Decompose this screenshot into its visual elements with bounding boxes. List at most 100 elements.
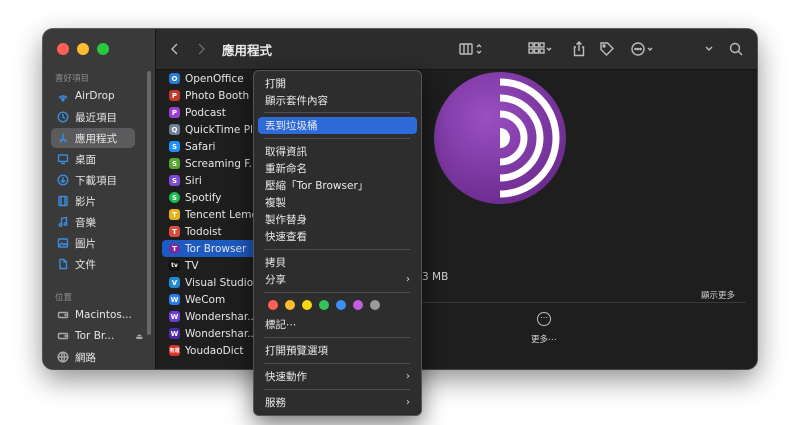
list-item[interactable]: S Siri [162,172,266,189]
favorites-header: 喜好項目 [55,74,90,84]
share-button[interactable] [572,29,586,69]
forward-button[interactable] [196,29,206,69]
action-button[interactable] [631,29,659,69]
minimize-window-button[interactable] [77,43,89,55]
tor-browser-icon: T [169,243,180,254]
podcast-icon: P [169,107,180,118]
list-item[interactable]: tv TV [162,257,266,274]
list-item[interactable]: Q QuickTime Player [162,121,266,138]
disk-icon [57,330,69,342]
chevron-right-icon: › [406,274,410,285]
zoom-window-button[interactable] [97,43,109,55]
tag-purple[interactable] [353,300,363,310]
menu-item-show-package-contents[interactable]: 顯示套件內容 [258,92,417,109]
menu-item-duplicate[interactable]: 複製 [258,194,417,211]
sidebar-item-recents[interactable]: 最近項目 [51,107,135,127]
tag-button[interactable] [599,29,615,69]
quicktime-icon: Q [169,124,180,135]
menu-item-quick-look[interactable]: 快速查看 [258,228,417,245]
search-icon [729,42,743,56]
sidebar-item-macintosh-hd[interactable]: Macintos... [51,305,135,325]
list-item[interactable]: P Photo Booth [162,87,266,104]
tor-browser-logo-icon [434,72,566,204]
close-window-button[interactable] [57,43,69,55]
menu-separator [264,249,410,250]
sidebar-item-desktop[interactable]: 桌面 [51,149,135,169]
wondershare-icon: W [169,311,180,322]
list-item[interactable]: 有道 YoudaoDict [162,342,266,359]
list-item[interactable]: T Tencent Lemon [162,206,266,223]
view-options-button[interactable] [459,29,485,69]
menu-item-copy[interactable]: 拷貝 [258,254,417,271]
list-item[interactable]: W Wondershar...ite [162,308,266,325]
menu-item-compress[interactable]: 壓縮「Tor Browser」 [258,177,417,194]
chevron-left-icon [171,43,178,55]
list-item[interactable]: S Safari [162,138,266,155]
list-item[interactable]: W Wondershar...ia [162,325,266,342]
spotify-icon: S [169,192,180,203]
menu-item-open[interactable]: 打開 [258,75,417,92]
sidebar-item-music[interactable]: 音樂 [51,212,135,232]
disk-icon [57,309,69,321]
wecom-icon: W [169,294,180,305]
file-name: Screaming F... [185,157,259,170]
sidebar-item-label: 音樂 [75,216,96,229]
chevron-right-icon [198,43,205,55]
eject-icon[interactable]: ⏏ [135,332,143,341]
list-item[interactable]: T Todoist [162,223,266,240]
more-actions-label: 更多⋯ [531,335,557,345]
sidebar-item-documents[interactable]: 文件 [51,254,135,274]
menu-item-share[interactable]: 分享 › [258,271,417,288]
menu-separator [264,337,410,338]
sidebar-item-network[interactable]: 網路 [51,347,135,367]
show-more-link[interactable]: 顯示更多 [701,289,735,301]
tag-red[interactable] [268,300,278,310]
list-item[interactable]: O OpenOffice [162,70,266,87]
siri-icon: S [169,175,180,186]
sidebar-item-label: AirDrop [75,90,115,102]
safari-icon: S [169,141,180,152]
sidebar-item-label: 圖片 [75,237,96,250]
file-name: OpenOffice [185,72,244,85]
file-name: Photo Booth [185,89,250,102]
sidebar-item-pictures[interactable]: 圖片 [51,233,135,253]
sidebar-item-label: 下載項目 [75,174,117,187]
tag-blue[interactable] [336,300,346,310]
sidebar-item-movies[interactable]: 影片 [51,191,135,211]
list-item[interactable]: S Spotify [162,189,266,206]
menu-item-rename[interactable]: 重新命名 [258,160,417,177]
more-actions-button[interactable]: ⋯ [537,312,551,326]
back-button[interactable] [170,29,180,69]
list-item-selected[interactable]: T Tor Browser [162,240,266,257]
tencent-lemon-icon: T [169,209,180,220]
more-toolbar-button[interactable] [704,29,714,69]
sidebar-item-label: 應用程式 [75,132,117,145]
menu-item-move-to-trash[interactable]: 丟到垃圾桶 [258,117,417,134]
menu-item-quick-actions[interactable]: 快速動作 › [258,368,417,385]
search-button[interactable] [729,29,743,69]
sidebar-scrollbar[interactable] [147,71,151,335]
file-name: Safari [185,140,216,153]
menu-item-tags[interactable]: 標記⋯ [258,316,417,333]
menu-item-make-alias[interactable]: 製作替身 [258,211,417,228]
list-item[interactable]: W WeCom [162,291,266,308]
sidebar-item-applications[interactable]: 應用程式 [51,128,135,148]
clock-icon [57,111,69,123]
list-item[interactable]: S Screaming F... [162,155,266,172]
desktop-icon [57,153,69,165]
group-button[interactable] [528,29,554,69]
tag-icon [600,42,614,56]
sidebar-item-downloads[interactable]: 下載項目 [51,170,135,190]
menu-item-show-view-options[interactable]: 打開預覽選項 [258,342,417,359]
tag-green[interactable] [319,300,329,310]
list-item[interactable]: V Visual Studio Code [162,274,266,291]
tag-orange[interactable] [285,300,295,310]
sidebar-item-tor-browser-volume[interactable]: Tor Br... ⏏ [51,326,143,346]
file-name: Todoist [185,225,222,238]
tag-yellow[interactable] [302,300,312,310]
list-item[interactable]: P Podcast [162,104,266,121]
menu-item-get-info[interactable]: 取得資訊 [258,143,417,160]
tag-gray[interactable] [370,300,380,310]
menu-item-services[interactable]: 服務 › [258,394,417,411]
sidebar-item-airdrop[interactable]: AirDrop [51,86,135,106]
